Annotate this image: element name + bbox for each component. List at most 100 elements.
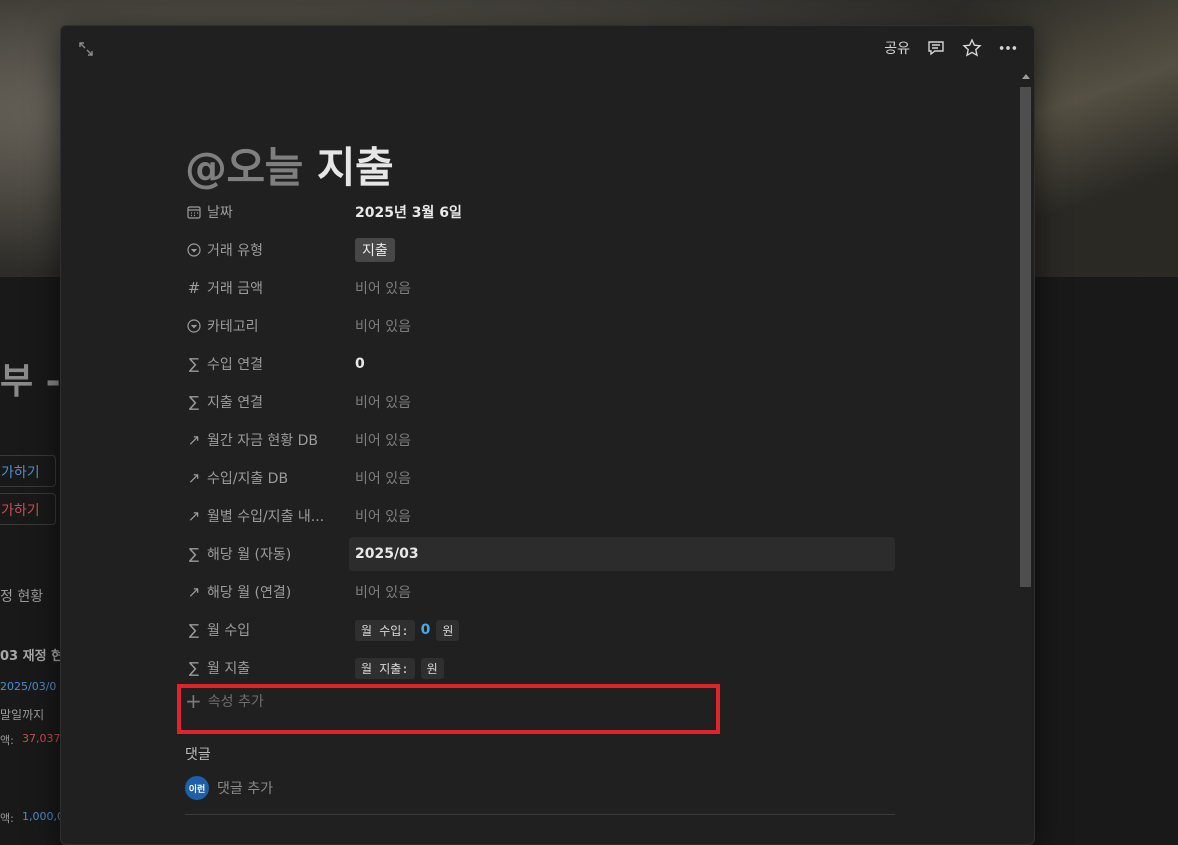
property-value[interactable]: 비어 있음 (349, 499, 895, 533)
property-label: 월간 자금 현황 DB (207, 433, 319, 449)
property-name[interactable]: ↗ 월별 수입/지출 내... (185, 506, 349, 526)
formula-chip: 월 수입: (355, 619, 415, 641)
highlight-annotation-box (177, 684, 720, 734)
property-value[interactable]: 월 지출: 원 (349, 651, 895, 685)
property-row-monthly-income: ∑ 월 수입 월 수입: 0 원 (185, 611, 895, 649)
background-section-heading: 정 현황 (0, 589, 44, 605)
property-value[interactable]: 2025/03 (349, 537, 895, 571)
property-name[interactable]: ∑ 수입 연결 (185, 354, 349, 374)
property-label: 월 수입 (207, 623, 251, 639)
property-name[interactable]: 거래 유형 (185, 240, 349, 260)
relation-arrow-icon: ↗ (187, 469, 201, 487)
property-value[interactable]: 월 수입: 0 원 (349, 613, 895, 647)
property-label: 수입/지출 DB (207, 471, 289, 487)
background-add-button-1[interactable]: 가하기 (0, 455, 56, 487)
property-row-income-expense-db: ↗ 수입/지출 DB 비어 있음 (185, 459, 895, 497)
background-date-link[interactable]: 2025/03/0 (0, 680, 56, 693)
property-label: 수입 연결 (207, 357, 263, 373)
property-value[interactable]: 비어 있음 (349, 423, 895, 457)
property-name[interactable]: ∑ 월 지출 (185, 658, 349, 678)
select-icon (185, 241, 203, 259)
modal-topbar: 공유 (61, 26, 1034, 70)
relation-arrow-icon: ↗ (187, 583, 201, 601)
formula-icon: ∑ (188, 659, 200, 677)
date-value: 2025년 3월 6일 (355, 205, 462, 221)
property-label: 거래 유형 (207, 243, 263, 259)
property-name[interactable]: ∑ 월 수입 (185, 620, 349, 640)
formula-chip: 월 지출: (355, 657, 415, 679)
property-row-expense-link: ∑ 지출 연결 비어 있음 (185, 383, 895, 421)
property-row-transaction-type: 거래 유형 지출 (185, 231, 895, 269)
property-label: 해당 월 (연결) (207, 585, 292, 601)
add-comment-row[interactable]: 이런 댓글 추가 (185, 776, 273, 800)
background-add-button-2[interactable]: 가하기 (0, 493, 56, 525)
property-row-amount: # 거래 금액 비어 있음 (185, 269, 895, 307)
background-card-title: 03 재정 현 (0, 649, 64, 664)
property-value[interactable]: 비어 있음 (349, 309, 895, 343)
property-name[interactable]: ↗ 해당 월 (연결) (185, 582, 349, 602)
property-value[interactable]: 비어 있음 (349, 385, 895, 419)
formula-icon: ∑ (188, 355, 200, 373)
property-row-date: 날짜 2025년 3월 6일 (185, 193, 895, 231)
calendar-icon (185, 203, 203, 221)
star-icon[interactable] (962, 38, 982, 58)
property-row-income-link: ∑ 수입 연결 0 (185, 345, 895, 383)
page-title-text[interactable]: 지출 (303, 143, 394, 192)
unit-chip: 원 (436, 619, 460, 641)
property-row-month-auto: ∑ 해당 월 (자동) 2025/03 (185, 535, 895, 573)
property-name[interactable]: ∑ 해당 월 (자동) (185, 544, 349, 564)
relation-arrow-icon: ↗ (187, 431, 201, 449)
property-row-monthly-expense: ∑ 월 지출 월 지출: 원 (185, 649, 895, 687)
comment-icon[interactable] (926, 38, 946, 58)
property-value[interactable]: 0 (349, 347, 895, 381)
property-label: 날짜 (207, 205, 233, 221)
select-tag: 지출 (355, 238, 395, 262)
background-amount-value: 37,037 (22, 732, 61, 745)
property-label: 카테고리 (207, 319, 259, 335)
property-value[interactable]: 비어 있음 (349, 271, 895, 305)
relation-arrow-icon: ↗ (187, 507, 201, 525)
property-value[interactable]: 비어 있음 (349, 575, 895, 609)
date-mention[interactable]: @오늘 (185, 143, 303, 192)
property-value[interactable]: 2025년 3월 6일 (349, 195, 895, 229)
property-name[interactable]: # 거래 금액 (185, 278, 349, 298)
formula-icon: ∑ (188, 621, 200, 639)
property-label: 지출 연결 (207, 395, 263, 411)
share-button[interactable]: 공유 (884, 38, 910, 58)
property-label: 월별 수입/지출 내... (207, 509, 325, 525)
property-name[interactable]: 카테고리 (185, 316, 349, 336)
property-row-category: 카테고리 비어 있음 (185, 307, 895, 345)
page-peek-modal: 공유 @오늘 지출 날짜 2025년 3월 6일 거래 유형 지출 # 거래 금… (60, 25, 1035, 845)
property-value[interactable]: 비어 있음 (349, 461, 895, 495)
page-title[interactable]: @오늘 지출 (185, 134, 394, 195)
background-amount2-value: 1,000,0 (22, 810, 64, 823)
property-name[interactable]: 날짜 (185, 202, 349, 222)
property-name[interactable]: ↗ 월간 자금 현황 DB (185, 430, 349, 450)
property-name[interactable]: ∑ 지출 연결 (185, 392, 349, 412)
more-options-icon[interactable] (998, 38, 1018, 58)
property-label: 거래 금액 (207, 281, 263, 297)
scroll-up-arrow[interactable] (1022, 74, 1030, 79)
formula-value: 2025/03 (355, 546, 419, 562)
background-amount-label: 액: (0, 734, 14, 747)
unit-chip: 원 (420, 657, 444, 679)
comments-heading: 댓글 (185, 747, 211, 763)
select-icon (185, 317, 203, 335)
formula-number: 0 (420, 622, 431, 638)
add-comment-input[interactable]: 댓글 추가 (217, 778, 273, 798)
scrollbar-thumb[interactable] (1020, 87, 1031, 587)
topbar-actions: 공유 (884, 38, 1018, 58)
background-until-text: 말일까지 (0, 708, 45, 722)
expand-icon[interactable] (77, 40, 95, 58)
property-label: 해당 월 (자동) (207, 547, 292, 563)
formula-value: 0 (355, 356, 365, 372)
property-name[interactable]: ↗ 수입/지출 DB (185, 468, 349, 488)
property-row-monthly-fund-db: ↗ 월간 자금 현황 DB 비어 있음 (185, 421, 895, 459)
property-label: 월 지출 (207, 661, 251, 677)
number-icon: # (187, 279, 201, 297)
property-value[interactable]: 지출 (349, 233, 895, 267)
property-list: 날짜 2025년 3월 6일 거래 유형 지출 # 거래 금액 비어 있음 카테… (185, 193, 895, 687)
background-page-title: 부 - (0, 361, 61, 402)
section-divider (185, 814, 895, 815)
formula-icon: ∑ (188, 393, 200, 411)
